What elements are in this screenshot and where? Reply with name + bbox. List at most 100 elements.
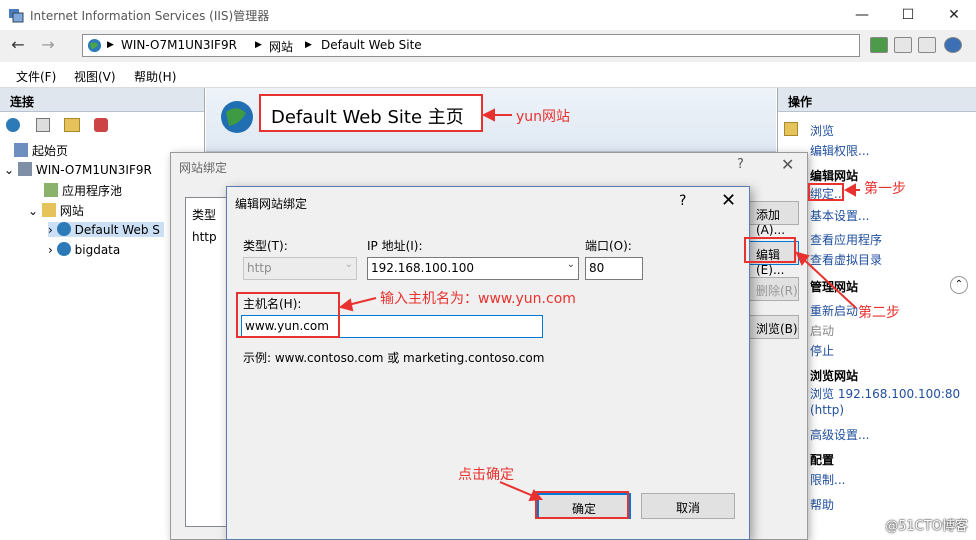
action-browse-http-suffix[interactable]: (http) xyxy=(810,403,844,417)
close-button[interactable]: ✕ xyxy=(934,4,974,26)
annotation-ok: 点击确定 xyxy=(458,467,514,483)
section-browse-site: 浏览网站 xyxy=(810,369,859,383)
home-title-highlight: Default Web Site 主页 xyxy=(259,94,483,132)
breadcrumb-default-web-site[interactable]: Default Web Site xyxy=(321,38,422,52)
server-icon xyxy=(17,162,32,176)
title-bar: Internet Information Services (IIS)管理器 —… xyxy=(0,0,976,30)
dialog-title: 编辑网站绑定 xyxy=(235,197,308,211)
stop-icon[interactable] xyxy=(894,37,912,53)
ok-button-highlight xyxy=(535,491,629,519)
save-icon[interactable] xyxy=(36,118,50,132)
action-edit-permissions[interactable]: 编辑权限... xyxy=(810,142,869,159)
host-name-highlight xyxy=(236,292,340,338)
section-edit-site: 编辑网站 xyxy=(810,169,859,183)
add-binding-button[interactable]: 添加(A)... xyxy=(749,201,799,237)
tree-item-default-web-site[interactable]: › Default Web S xyxy=(48,222,164,237)
action-basic-settings[interactable]: 基本设置... xyxy=(810,207,869,224)
example-hint: 示例: www.contoso.com 或 marketing.contoso.… xyxy=(243,351,545,365)
action-view-virtual-directories[interactable]: 查看虚拟目录 xyxy=(810,251,882,268)
folder-icon[interactable] xyxy=(64,118,80,132)
navigation-bar: ← → ▶ WIN-O7M1UN3IF9R ▶ 网站 ▶ Default Web… xyxy=(0,30,976,62)
home-icon[interactable] xyxy=(918,37,936,53)
forward-arrow-icon[interactable]: → xyxy=(36,35,60,57)
breadcrumb-separator: ▶ xyxy=(255,40,262,50)
help-icon[interactable] xyxy=(944,37,962,53)
binding-row-type[interactable]: http xyxy=(192,230,217,244)
edit-button-highlight xyxy=(744,237,796,263)
port-input[interactable]: 80 xyxy=(585,257,643,280)
menu-view[interactable]: 视图(V) xyxy=(74,68,116,85)
connections-title: 连接 xyxy=(0,88,204,112)
annotation-site: yun网站 xyxy=(516,109,571,125)
tree-item-server[interactable]: ⌄ WIN-O7M1UN3IF9R xyxy=(4,162,152,177)
bindings-link-highlight xyxy=(808,183,844,201)
action-limits[interactable]: 限制... xyxy=(810,471,845,488)
back-arrow-icon[interactable]: ← xyxy=(6,35,30,57)
globe-icon xyxy=(221,101,253,133)
action-help[interactable]: 帮助 xyxy=(810,496,834,513)
address-bar[interactable]: ▶ WIN-O7M1UN3IF9R ▶ 网站 ▶ Default Web Sit… xyxy=(82,34,860,57)
globe-icon xyxy=(56,222,71,236)
breadcrumb-separator: ▶ xyxy=(107,40,114,50)
expander-icon[interactable]: ⌄ xyxy=(4,163,14,177)
type-select[interactable]: http ⌄ xyxy=(243,257,357,280)
minimize-button[interactable]: — xyxy=(842,4,882,26)
watermark: @51CTO博客 xyxy=(885,519,968,534)
expander-icon[interactable]: ⌄ xyxy=(28,204,38,218)
column-header-type[interactable]: 类型 xyxy=(192,206,216,223)
expander-icon[interactable]: › xyxy=(48,243,53,257)
annotation-host: 输入主机名为：www.yun.com xyxy=(380,291,576,307)
browse-binding-button[interactable]: 浏览(B) xyxy=(749,315,799,339)
page-title: Default Web Site 主页 xyxy=(271,107,464,128)
section-configure: 配置 xyxy=(810,453,835,467)
action-stop[interactable]: 停止 xyxy=(810,342,834,359)
cancel-button[interactable]: 取消 xyxy=(641,493,735,519)
action-advanced-settings[interactable]: 高级设置... xyxy=(810,426,869,443)
connect-icon[interactable] xyxy=(6,118,20,132)
section-manage-site: 管理网站 xyxy=(810,280,859,294)
dialog-title: 网站绑定 xyxy=(179,161,228,175)
chevron-down-icon: ⌄ xyxy=(566,259,575,270)
action-view-applications[interactable]: 查看应用程序 xyxy=(810,231,882,248)
action-browse-http[interactable]: 浏览 192.168.100.100:80 xyxy=(810,385,960,402)
breadcrumb-server[interactable]: WIN-O7M1UN3IF9R xyxy=(121,38,237,52)
close-icon[interactable]: ✕ xyxy=(781,155,794,174)
ip-address-label: IP 地址(I): xyxy=(367,239,423,253)
iis-app-icon xyxy=(9,9,24,23)
app-pool-icon xyxy=(44,183,58,197)
tree-item-sites[interactable]: ⌄ 网站 xyxy=(28,202,84,219)
maximize-button[interactable]: ☐ xyxy=(888,4,928,26)
globe-icon xyxy=(56,242,71,256)
port-label: 端口(O): xyxy=(585,239,632,253)
globe-icon xyxy=(87,38,102,53)
remove-binding-button[interactable]: 删除(R) xyxy=(749,277,799,301)
refresh-icon[interactable] xyxy=(870,37,888,53)
collapse-chevron-icon[interactable]: ⌃ xyxy=(950,276,968,294)
remove-connection-icon[interactable] xyxy=(94,118,108,132)
chevron-down-icon: ⌄ xyxy=(344,259,353,270)
type-label: 类型(T): xyxy=(243,239,288,253)
tree-item-bigdata[interactable]: › bigdata xyxy=(48,242,120,257)
annotation-step1: 第一步 xyxy=(864,181,906,197)
action-explore[interactable]: 浏览 xyxy=(810,122,834,139)
close-icon[interactable]: ✕ xyxy=(721,190,736,211)
connections-toolbar xyxy=(6,118,116,136)
start-page-icon xyxy=(14,143,28,157)
expander-icon[interactable]: › xyxy=(48,223,53,237)
sites-folder-icon xyxy=(41,203,56,217)
help-icon[interactable]: ? xyxy=(679,193,686,209)
ip-address-select[interactable]: 192.168.100.100 ⌄ xyxy=(367,257,579,280)
menu-file[interactable]: 文件(F) xyxy=(16,68,56,85)
home-header: Default Web Site 主页 xyxy=(206,88,776,152)
tree-item-start-page[interactable]: 起始页 xyxy=(14,142,68,159)
annotation-step2: 第二步 xyxy=(858,305,900,321)
menu-bar: 文件(F) 视图(V) 帮助(H) xyxy=(0,62,976,88)
tree-item-app-pools[interactable]: 应用程序池 xyxy=(44,182,122,199)
help-icon[interactable]: ? xyxy=(737,157,744,172)
action-start[interactable]: 启动 xyxy=(810,322,834,339)
breadcrumb-sites[interactable]: 网站 xyxy=(269,38,293,55)
breadcrumb-separator: ▶ xyxy=(305,40,312,50)
edit-binding-dialog: 编辑网站绑定 ? ✕ 类型(T): http ⌄ IP 地址(I): 192.1… xyxy=(226,186,750,540)
action-restart[interactable]: 重新启动 xyxy=(810,302,858,319)
menu-help[interactable]: 帮助(H) xyxy=(134,68,176,85)
